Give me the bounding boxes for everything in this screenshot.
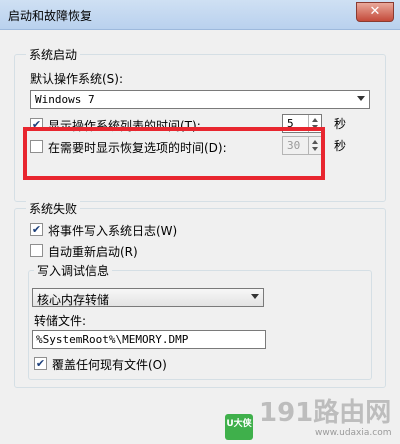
debug-info-label: 写入调试信息: [34, 262, 113, 279]
highlight-box: [23, 127, 325, 180]
watermark-text: 191路由网: [259, 398, 392, 428]
overwrite-label: 覆盖任何现有文件(O): [52, 358, 167, 372]
system-startup-label: 系统启动: [26, 46, 81, 63]
udaxia-logo: U大侠: [225, 414, 253, 440]
dump-file-value: %SystemRoot%\MEMORY.DMP: [36, 333, 189, 346]
show-list-unit: 秒: [334, 117, 347, 131]
chevron-down-icon: [251, 294, 259, 299]
system-failure-label: 系统失败: [26, 200, 81, 217]
title-bar: 启动和故障恢复 ✕: [0, 0, 400, 30]
close-button[interactable]: ✕: [356, 2, 394, 22]
checkmark-icon: ✔: [35, 357, 46, 370]
auto-restart-checkbox[interactable]: [30, 244, 43, 257]
spin-up-icon[interactable]: [312, 118, 318, 122]
default-os-value: Windows 7: [35, 93, 95, 106]
dump-type-select[interactable]: 核心内存转储: [32, 288, 264, 307]
watermark-url: www.udaxia.com: [315, 428, 392, 438]
write-event-label: 将事件写入系统日志(W): [48, 224, 178, 238]
dump-file-input[interactable]: %SystemRoot%\MEMORY.DMP: [32, 330, 266, 349]
dump-type-value: 核心内存转储: [37, 293, 110, 307]
window-title: 启动和故障恢复: [8, 9, 93, 23]
chevron-down-icon: [357, 96, 365, 101]
auto-restart-label: 自动重新启动(R): [48, 245, 138, 259]
checkmark-icon: ✔: [31, 223, 42, 236]
write-event-checkbox[interactable]: ✔: [30, 223, 43, 236]
overwrite-checkbox[interactable]: ✔: [34, 357, 47, 370]
watermark: U大侠 191路由网 www.udaxia.com: [225, 392, 400, 444]
dump-file-label: 转储文件:: [34, 314, 87, 328]
show-recovery-unit: 秒: [334, 139, 347, 153]
close-icon: ✕: [369, 4, 381, 19]
default-os-label: 默认操作系统(S):: [30, 72, 124, 86]
dialog-client: 系统启动 默认操作系统(S): Windows 7 ✔ 显示操作系统列表的时间(…: [0, 30, 400, 444]
default-os-select[interactable]: Windows 7: [30, 90, 370, 109]
